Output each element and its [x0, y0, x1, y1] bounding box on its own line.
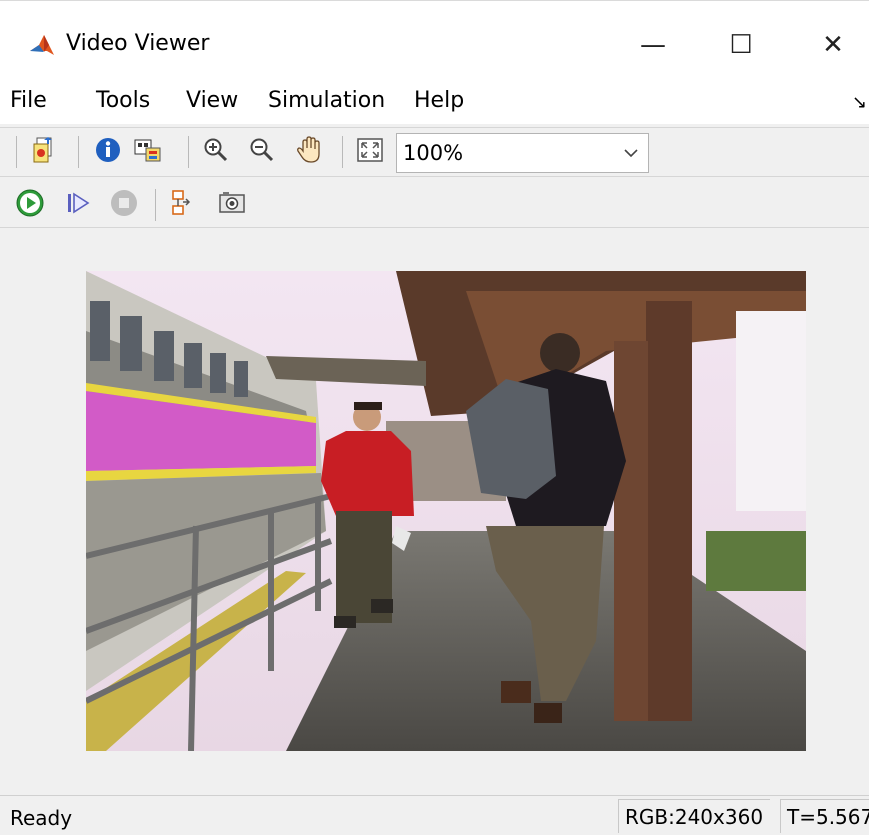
menu-view[interactable]: View: [186, 88, 238, 113]
fit-to-window-icon: [356, 136, 384, 168]
chevron-down-icon: [624, 143, 638, 162]
zoom-out-icon: [248, 136, 276, 168]
main-toolbar: 100%: [0, 127, 869, 177]
status-ready-text: Ready: [10, 806, 73, 830]
toolbar-separator: [188, 136, 189, 168]
info-button[interactable]: [92, 136, 124, 168]
zoom-select[interactable]: 100%: [396, 133, 649, 173]
status-bar: Ready RGB:240x360 T=5.567: [0, 795, 869, 835]
highlight-block-button[interactable]: [166, 189, 198, 221]
fit-to-window-button[interactable]: [354, 136, 386, 168]
step-forward-icon: [63, 188, 93, 222]
minimize-icon: —: [640, 30, 666, 60]
menu-help[interactable]: Help: [414, 88, 464, 113]
toolbar-separator: [155, 189, 156, 221]
maximize-button[interactable]: ☐: [718, 25, 764, 65]
window-title: Video Viewer: [66, 31, 210, 56]
maximize-icon: ☐: [729, 30, 753, 60]
menu-simulation[interactable]: Simulation: [268, 88, 385, 113]
zoom-in-icon: [202, 136, 230, 168]
video-frame: [86, 271, 806, 751]
video-viewer-window: Video Viewer — ☐ ✕ File Tools View Simul…: [0, 0, 869, 835]
toolbar-separator: [342, 136, 343, 168]
title-bar: Video Viewer — ☐ ✕: [0, 0, 869, 85]
stop-icon: [109, 188, 139, 222]
play-button[interactable]: [14, 189, 46, 221]
menu-overflow-arrow-icon[interactable]: ↘: [852, 92, 867, 113]
snapshot-button[interactable]: [216, 189, 248, 221]
toolbar-separator: [16, 136, 17, 168]
play-icon: [15, 188, 45, 222]
status-time: T=5.567: [780, 799, 869, 833]
playback-toolbar: [0, 183, 869, 228]
toolbar-separator: [78, 136, 79, 168]
pixel-info-button[interactable]: [132, 136, 164, 168]
zoom-value: 100%: [403, 141, 464, 165]
open-icon: [30, 136, 58, 168]
highlight-block-icon: [167, 188, 197, 222]
status-rgb-size: RGB:240x360: [618, 799, 770, 833]
pixel-info-icon: [133, 136, 163, 168]
minimize-button[interactable]: —: [630, 25, 676, 65]
menu-tools[interactable]: Tools: [96, 88, 150, 113]
zoom-in-button[interactable]: [200, 136, 232, 168]
step-forward-button[interactable]: [62, 189, 94, 221]
open-button[interactable]: [28, 136, 60, 168]
menu-file[interactable]: File: [10, 88, 47, 113]
close-icon: ✕: [822, 30, 844, 60]
snapshot-icon: [217, 188, 247, 222]
pan-button[interactable]: [294, 136, 326, 168]
close-button[interactable]: ✕: [810, 25, 856, 65]
info-icon: [94, 136, 122, 168]
zoom-out-button[interactable]: [246, 136, 278, 168]
pan-hand-icon: [295, 135, 325, 169]
stop-button[interactable]: [108, 189, 140, 221]
matlab-logo-icon: [27, 31, 57, 61]
menu-bar: File Tools View Simulation Help ↘: [0, 84, 869, 124]
